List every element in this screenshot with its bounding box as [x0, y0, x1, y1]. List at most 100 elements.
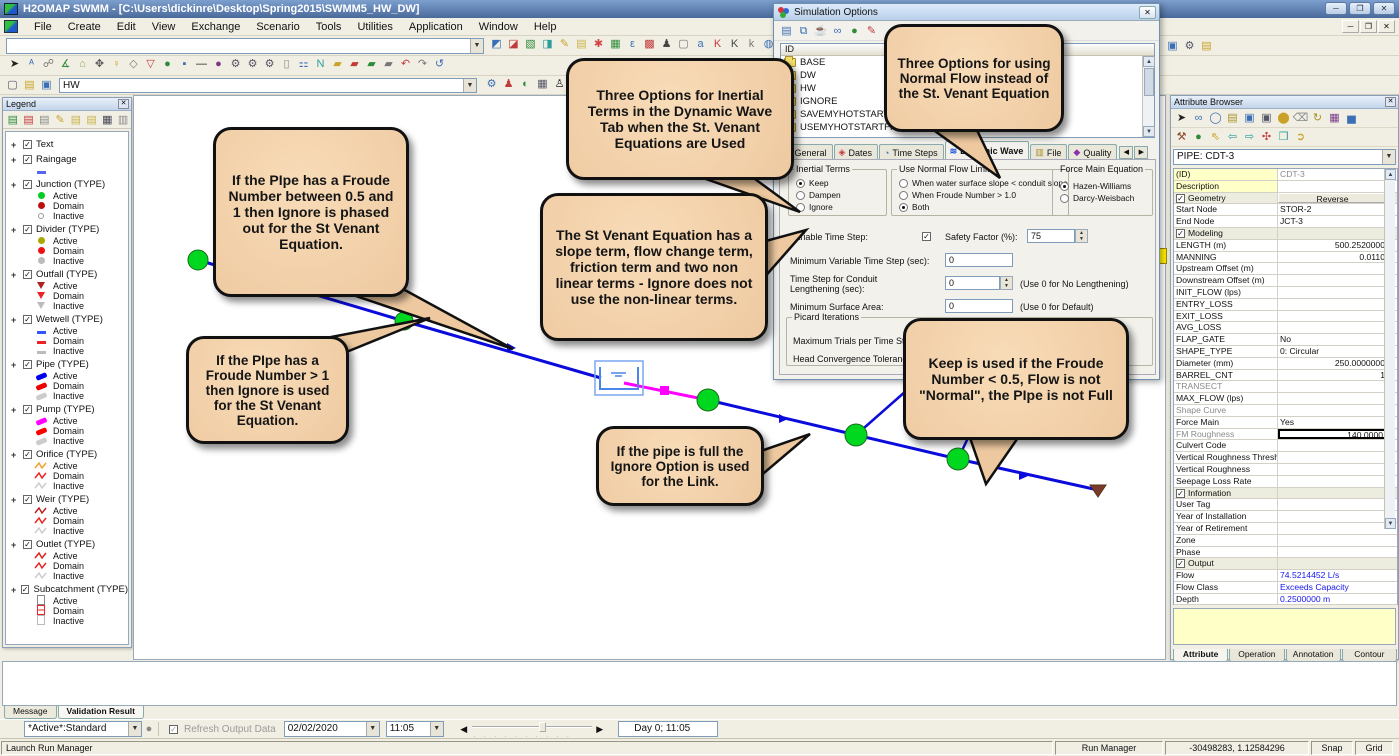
radio-icon[interactable]	[1060, 182, 1069, 191]
legend-item[interactable]: Active	[6, 551, 128, 561]
section-checkbox[interactable]: ✓	[1176, 194, 1185, 203]
toolbar-icon[interactable]: ▧	[522, 36, 539, 52]
radio-icon[interactable]	[1060, 194, 1069, 203]
toolbar-icon[interactable]: ▤	[573, 36, 590, 52]
tab-time-steps[interactable]: ◔Time Steps	[879, 144, 944, 159]
legend-checkbox[interactable]: ✓	[23, 315, 32, 324]
legend-item[interactable]: Inactive	[6, 526, 128, 536]
new-file-icon[interactable]: ▢	[4, 77, 21, 93]
legend-item[interactable]: Inactive	[6, 616, 128, 626]
expand-icon[interactable]: +	[11, 495, 20, 505]
tab-file[interactable]: ▥File	[1030, 144, 1067, 159]
minimize-button[interactable]: ─	[1325, 2, 1347, 15]
toolbar-icon[interactable]: ▪	[176, 56, 193, 72]
toolbar-icon[interactable]: ε	[624, 36, 641, 52]
legend-item[interactable]: Domain	[6, 291, 128, 301]
conduit-lengthening-input[interactable]: 0	[945, 276, 1000, 290]
tab-dynamic-wave[interactable]: ≋Dynamic Wave	[945, 141, 1030, 159]
radio-option[interactable]: Darcy-Weisbach	[1053, 191, 1152, 203]
toolbar-icon[interactable]: K	[726, 36, 743, 52]
legend-item[interactable]: Domain	[6, 336, 128, 346]
attribute-toolbar-icon[interactable]: ▣	[1258, 110, 1275, 126]
expand-icon[interactable]: +	[11, 180, 20, 190]
legend-checkbox[interactable]: ✓	[23, 495, 32, 504]
toolbar-icon[interactable]: a	[692, 36, 709, 52]
tab-scroll-right-icon[interactable]: ▶	[1134, 146, 1148, 159]
radio-option[interactable]: Ignore	[789, 200, 886, 212]
attribute-toolbar-icon[interactable]: ✣	[1258, 129, 1275, 145]
legend-item[interactable]: Inactive	[6, 301, 128, 311]
toolbar-icon[interactable]: ◇	[125, 56, 142, 72]
menu-item-create[interactable]: Create	[60, 19, 109, 35]
attribute-toolbar-icon[interactable]: ▣	[1241, 110, 1258, 126]
scroll-up-icon[interactable]: ▲	[1143, 56, 1155, 67]
mdi-restore-button[interactable]: ❐	[1360, 20, 1377, 33]
junction-node[interactable]	[845, 424, 867, 446]
radio-icon[interactable]	[899, 203, 908, 212]
menu-item-tools[interactable]: Tools	[308, 19, 350, 35]
dialog-toolbar-icon[interactable]: ▤	[778, 23, 795, 39]
toolbar-icon[interactable]: ✱	[590, 36, 607, 52]
toolbar-icon[interactable]: ▰	[380, 56, 397, 72]
pump-node[interactable]	[660, 386, 669, 395]
toolbar-icon[interactable]: ♀	[108, 56, 125, 72]
legend-item[interactable]: Inactive	[6, 256, 128, 266]
expand-icon[interactable]: +	[11, 140, 20, 150]
chevron-down-icon[interactable]: ▼	[430, 722, 443, 736]
expand-icon[interactable]: +	[11, 155, 20, 165]
attribute-toolbar-icon[interactable]: ●	[1190, 129, 1207, 145]
legend-group-text[interactable]: +✓Text	[6, 138, 128, 151]
menu-item-file[interactable]: File	[26, 19, 60, 35]
toolbar-icon[interactable]: ●	[210, 56, 227, 72]
legend-group-orifice[interactable]: +✓Orifice (TYPE)	[6, 448, 128, 461]
tree-scrollbar[interactable]: ▲ ▼	[1142, 56, 1154, 137]
legend-item[interactable]: Domain	[6, 471, 128, 481]
close-button[interactable]: ✕	[1373, 2, 1395, 15]
chevron-down-icon[interactable]: ▼	[128, 722, 141, 736]
attribute-toolbar-icon[interactable]: ▤	[1224, 110, 1241, 126]
legend-checkbox[interactable]: ✓	[23, 140, 32, 149]
attribute-toolbar-icon[interactable]: ◯	[1207, 110, 1224, 126]
slider-handle[interactable]	[539, 722, 546, 732]
legend-toolbar-icon[interactable]: ▤	[5, 112, 21, 128]
junction-node[interactable]	[697, 389, 719, 411]
legend-checkbox[interactable]: ✓	[23, 540, 32, 549]
tab-scroll-left-icon[interactable]: ◀	[1119, 146, 1133, 159]
radio-option[interactable]: Hazen-Williams	[1053, 179, 1152, 191]
legend-checkbox[interactable]: ✓	[23, 405, 32, 414]
radio-option[interactable]: Dampen	[789, 188, 886, 200]
toolbar-icon[interactable]: ◪	[505, 36, 522, 52]
attribute-toolbar-icon[interactable]: ➲	[1292, 129, 1309, 145]
toolbar-icon[interactable]: ⚏	[295, 56, 312, 72]
message-tab-validation-result[interactable]: Validation Result	[58, 706, 145, 719]
section-checkbox[interactable]: ✓	[1176, 229, 1185, 238]
toolbar-icon[interactable]: ▽	[142, 56, 159, 72]
conduit-lengthening-spinner[interactable]: ▲▼	[1000, 276, 1013, 290]
legend-group-junction[interactable]: +✓Junction (TYPE)	[6, 178, 128, 191]
legend-checkbox[interactable]: ✓	[23, 270, 32, 279]
save-icon[interactable]: ▣	[38, 77, 55, 93]
chevron-down-icon[interactable]: ▼	[1382, 150, 1395, 164]
toolbar-icon[interactable]: ▩	[641, 36, 658, 52]
legend-item[interactable]: Active	[6, 326, 128, 336]
legend-checkbox[interactable]: ✓	[23, 155, 32, 164]
legend-group-pipe[interactable]: +✓Pipe (TYPE)	[6, 358, 128, 371]
toolbar-icon[interactable]: ᴬ	[23, 56, 40, 72]
legend-item[interactable]: Active	[6, 191, 128, 201]
legend-item[interactable]: Active	[6, 461, 128, 471]
radio-option[interactable]: When water surface slope < conduit slope	[892, 176, 1068, 188]
legend-toolbar-icon[interactable]: ▤	[68, 112, 84, 128]
toolbar-icon[interactable]: N	[312, 56, 329, 72]
section-checkbox[interactable]: ✓	[1176, 559, 1185, 568]
dialog-toolbar-icon[interactable]: ⧉	[795, 23, 812, 39]
legend-checkbox[interactable]: ✓	[23, 180, 32, 189]
safety-factor-input[interactable]: 75	[1027, 229, 1075, 243]
menu-item-window[interactable]: Window	[471, 19, 526, 35]
toolbar-icon[interactable]: ⌂	[74, 56, 91, 72]
legend-item[interactable]: Active	[6, 416, 128, 426]
close-icon[interactable]: ✕	[118, 99, 129, 109]
toolbar-icon[interactable]: ↷	[414, 56, 431, 72]
tab-quality[interactable]: ◆Quality	[1068, 144, 1117, 159]
attribute-toolbar-icon[interactable]: ▦	[1326, 110, 1343, 126]
toolbar-icon[interactable]: ♟	[658, 36, 675, 52]
